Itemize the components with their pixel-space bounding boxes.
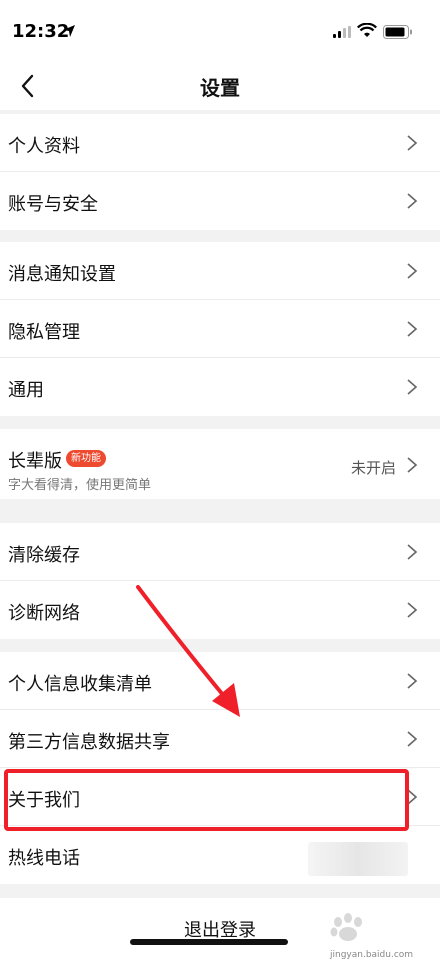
annotation-highlight-box: [4, 769, 409, 831]
chevron-right-icon: [407, 379, 418, 395]
chevron-right-icon: [407, 263, 418, 279]
chevron-right-icon: [407, 457, 418, 473]
chevron-right-icon: [407, 135, 418, 151]
cellular-signal-icon: [333, 26, 351, 38]
settings-row-notifications[interactable]: 消息通知设置: [0, 242, 440, 300]
home-indicator: [130, 939, 288, 945]
nav-bar: 设置: [0, 62, 440, 110]
status-time: 12:32: [12, 21, 70, 42]
row-label: 长辈版: [8, 451, 62, 472]
location-arrow-icon: [63, 25, 75, 37]
watermark-text: jingyan.baidu.com: [330, 950, 414, 960]
settings-row-general[interactable]: 通用: [0, 358, 440, 416]
page-title: 设置: [200, 76, 240, 100]
row-subtitle: 字大看得清，使用更简单: [8, 478, 152, 493]
row-status-value: 未开启: [350, 459, 396, 477]
row-label: 账号与安全: [8, 194, 98, 215]
settings-group-account: 个人资料 账号与安全: [0, 114, 440, 230]
settings-row-profile[interactable]: 个人资料: [0, 114, 440, 172]
settings-row-account-security[interactable]: 账号与安全: [0, 172, 440, 230]
settings-row-clear-cache[interactable]: 清除缓存: [0, 523, 440, 581]
chevron-right-icon: [407, 193, 418, 209]
settings-group-general: 消息通知设置 隐私管理 通用: [0, 242, 440, 416]
row-label: 清除缓存: [8, 545, 80, 566]
wifi-icon: [357, 23, 377, 37]
settings-row-elder-mode[interactable]: 长辈版 新功能 字大看得清，使用更简单 未开启: [0, 429, 440, 499]
row-label: 个人资料: [8, 136, 80, 157]
blurred-phone-number: [308, 842, 408, 876]
chevron-right-icon: [407, 602, 418, 618]
new-feature-badge: 新功能: [66, 450, 106, 467]
row-label: 第三方信息数据共享: [8, 732, 170, 753]
battery-icon: [383, 25, 412, 39]
row-label: 通用: [8, 380, 44, 401]
annotation-arrow-icon: [136, 585, 240, 717]
chevron-right-icon: [407, 673, 418, 689]
row-label: 隐私管理: [8, 322, 80, 343]
row-label: 消息通知设置: [8, 264, 116, 285]
settings-row-privacy[interactable]: 隐私管理: [0, 300, 440, 358]
settings-group-elder-mode: 长辈版 新功能 字大看得清，使用更简单 未开启: [0, 429, 440, 499]
chevron-right-icon: [407, 731, 418, 747]
status-bar: 12:32: [0, 0, 440, 62]
row-label: 诊断网络: [8, 603, 80, 624]
chevron-right-icon: [407, 544, 418, 560]
row-label: 热线电话: [8, 848, 80, 869]
chevron-right-icon: [407, 321, 418, 337]
